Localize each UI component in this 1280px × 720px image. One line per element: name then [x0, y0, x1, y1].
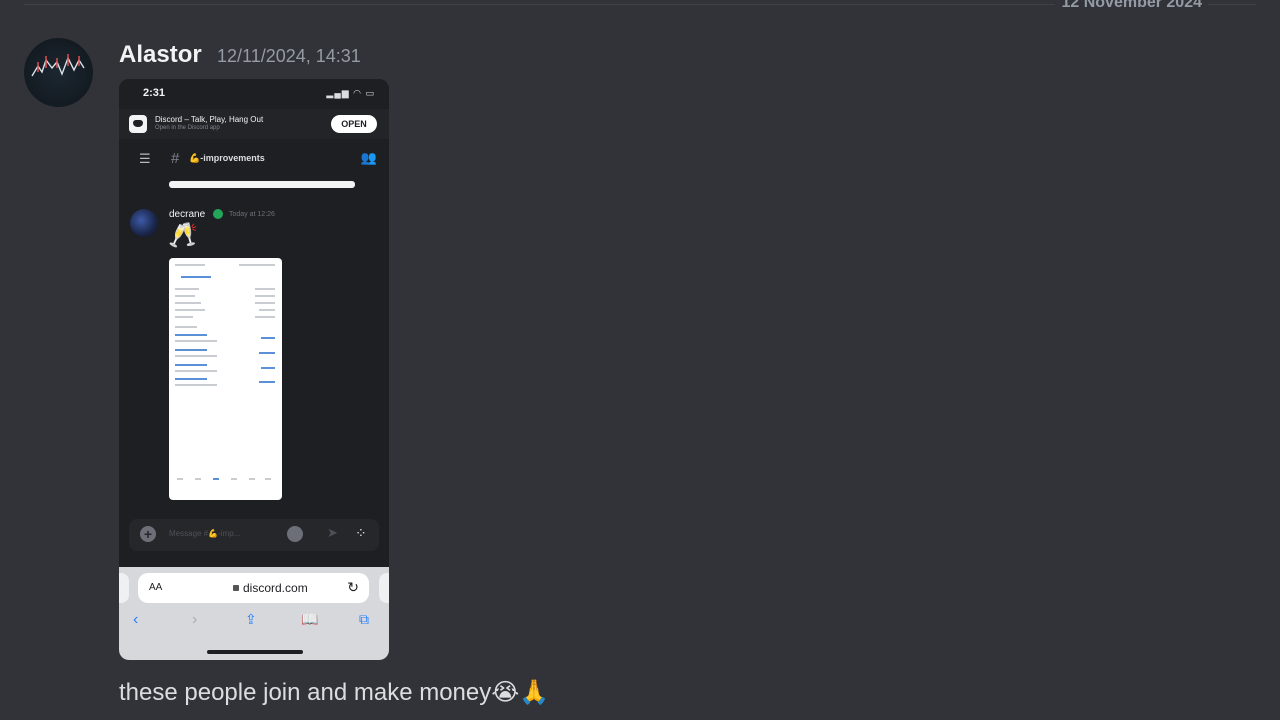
back-icon: ‹ — [133, 611, 139, 628]
tab-edge-right — [379, 573, 389, 603]
phone-time: 2:31 — [143, 87, 166, 99]
inner-screenshot — [169, 258, 282, 500]
banner-subtitle: Open in the Discord app — [155, 125, 220, 131]
cheers-emoji: 🥂 — [168, 222, 198, 249]
members-icon: 👥 — [360, 150, 377, 165]
bookmarks-icon: 📖 — [301, 611, 319, 627]
message-timestamp: 12/11/2024, 14:31 — [217, 46, 361, 66]
discord-logo-icon — [129, 115, 147, 133]
previous-image-edge — [169, 181, 355, 188]
composer-placeholder: Message #💪-imp... — [169, 529, 241, 538]
safari-toolbar: AA discord.com ↻ ‹ › ⇪ 📖 ⧉ — [119, 567, 389, 660]
open-app-button: OPEN — [331, 115, 377, 133]
app-banner: Discord – Talk, Play, Hang Out Open in t… — [119, 109, 389, 139]
plus-icon: + — [140, 526, 156, 542]
url-text: discord.com — [233, 581, 308, 595]
banner-title: Discord – Talk, Play, Hang Out — [155, 115, 264, 124]
url-value: discord.com — [243, 581, 308, 595]
channel-header: ☰ # 💪-improvements 👥 — [119, 143, 389, 173]
tab-edge-left — [119, 573, 129, 603]
message-content: these people join and make money😭🙏 — [119, 678, 549, 707]
verified-badge-icon — [213, 209, 223, 219]
inner-avatar — [130, 209, 158, 237]
home-indicator — [207, 650, 303, 654]
reader-aa-icon: AA — [149, 582, 163, 593]
date-divider-label: 12 November 2024 — [1055, 0, 1208, 12]
channel-name: 💪-improvements — [189, 153, 265, 163]
hamburger-menu-icon: ☰ — [139, 151, 151, 166]
avatar[interactable] — [24, 38, 93, 107]
message-emojis: 😭🙏 — [491, 679, 550, 706]
inner-author: decrane — [169, 209, 206, 220]
address-bar: AA discord.com ↻ — [138, 573, 369, 603]
channel-hash-icon: # — [171, 150, 180, 167]
avatar-chart-icon — [31, 54, 85, 77]
lock-icon — [233, 585, 239, 591]
send-icon: ➤ — [327, 525, 338, 540]
share-icon: ⇪ — [245, 611, 257, 627]
image-attachment[interactable]: 2:31 ▂▄▆ ◠ ▭ Discord – Talk, Play, Hang … — [119, 79, 389, 660]
message-author[interactable]: Alastor — [119, 41, 202, 69]
message-text: these people join and make money — [119, 679, 492, 706]
emoji-icon — [287, 526, 303, 542]
signal-wifi-battery-icon: ▂▄▆ ◠ ▭ — [326, 88, 375, 98]
tabs-icon: ⧉ — [359, 611, 369, 627]
inner-timestamp: Today at 12:26 — [229, 211, 275, 218]
message-composer: + Message #💪-imp... ➤ ⁘ — [129, 519, 379, 551]
forward-icon: › — [192, 611, 198, 628]
phone-status-bar: 2:31 ▂▄▆ ◠ ▭ — [119, 79, 389, 109]
reload-icon: ↻ — [347, 579, 359, 595]
apps-icon: ⁘ — [355, 525, 367, 541]
